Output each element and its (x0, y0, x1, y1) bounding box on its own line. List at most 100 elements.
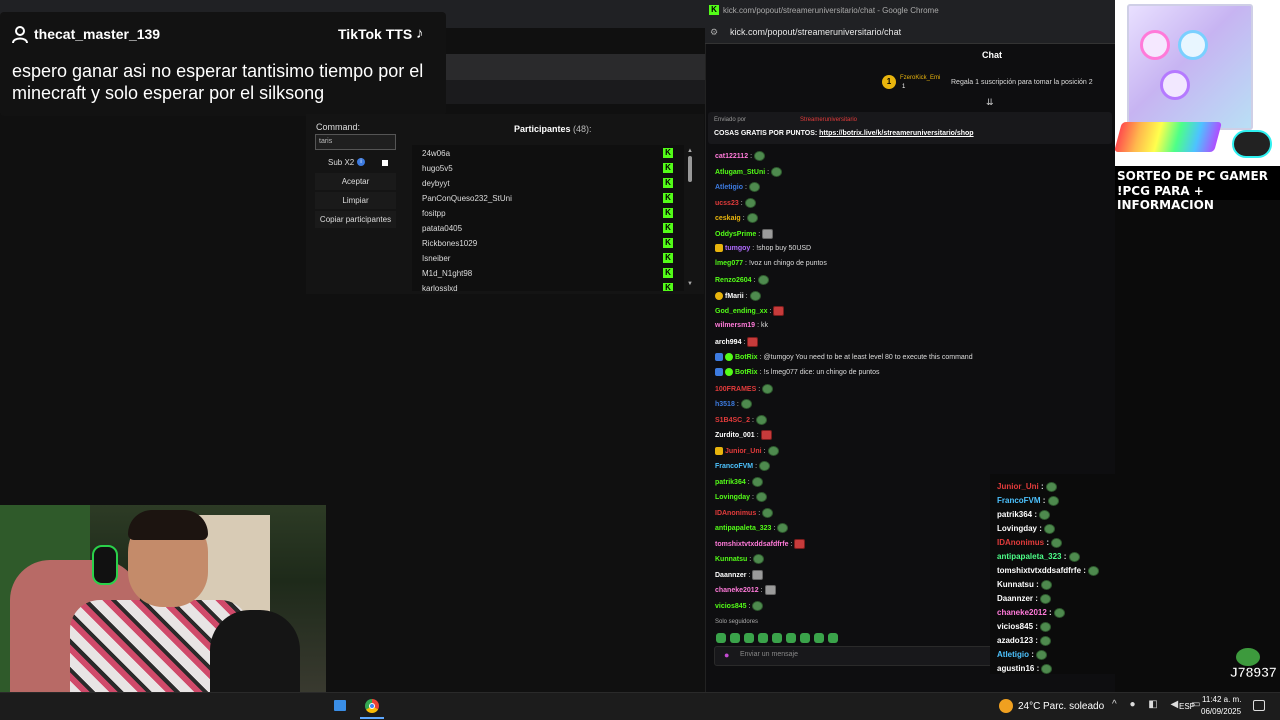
participant-row[interactable]: deybyyt (422, 179, 450, 188)
chrome-icon-center[interactable] (369, 703, 375, 709)
chat-username[interactable]: Renzo2604 (715, 277, 752, 284)
clear-button[interactable]: Limpiar (315, 192, 396, 209)
participant-row[interactable]: PanConQueso232_StUni (422, 194, 512, 203)
emote-icon (759, 461, 771, 471)
chat-username[interactable]: chaneke2012 (715, 587, 759, 594)
chat-username[interactable]: S1B4SC_2 (715, 417, 750, 424)
language-indicator[interactable]: ESP (1179, 702, 1195, 711)
emote-icon[interactable] (814, 633, 824, 643)
chat-separator: : (769, 307, 772, 315)
weather-text[interactable]: Parc. soleado (1043, 701, 1104, 712)
kick-logo-icon: K (663, 223, 673, 233)
url-text[interactable]: kick.com/popout/streameruniversitario/ch… (730, 27, 901, 37)
emote-icon[interactable] (758, 633, 768, 643)
subscriber-badge-icon (715, 447, 723, 455)
chat-username[interactable]: ceskaig (715, 215, 741, 222)
participants-list[interactable]: 24w06a Khugo5v5 Kdeybyyt K PanConQueso232_St… (412, 145, 684, 291)
chat-username[interactable]: Zurdito_001 (715, 432, 755, 439)
participant-row[interactable]: fositpp (422, 209, 446, 218)
emote-icon[interactable] (800, 633, 810, 643)
scrollbar-thumb[interactable] (688, 156, 692, 182)
chat-separator: : (745, 183, 747, 191)
participant-row[interactable]: Isneiber (422, 254, 450, 263)
chat-username[interactable]: BotRix (735, 354, 758, 361)
pinned-user[interactable]: Streameruniversitario (800, 117, 857, 123)
participant-row[interactable]: M1d_N1ght98 (422, 269, 472, 278)
chat-username[interactable]: patrik364 (715, 479, 746, 486)
chat-username[interactable]: wilmersm19 (715, 322, 755, 329)
chat-separator: : (790, 540, 793, 548)
chat-username[interactable]: Lovingday (715, 494, 750, 501)
chat-username[interactable]: FrancoFVM (715, 463, 753, 470)
overlay-chat-separator: : (1033, 580, 1041, 590)
chat-username[interactable]: lmeg077 (715, 260, 743, 267)
weather-sun-icon[interactable] (999, 699, 1013, 713)
accept-button[interactable]: Aceptar (315, 173, 396, 190)
chat-separator: : (742, 214, 745, 222)
app-window-icon[interactable] (334, 700, 346, 711)
chat-username[interactable]: IDAnonimus (715, 510, 756, 517)
emote-icon[interactable] (744, 633, 754, 643)
overlay-chat-username: Kunnatsu (997, 580, 1034, 590)
notification-icon[interactable] (1253, 700, 1265, 711)
participants-count: (48): (573, 124, 592, 134)
chat-username[interactable]: Junior_Uni (725, 448, 762, 455)
copy-participants-button[interactable]: Copiar participantes (315, 211, 396, 228)
emote-icon[interactable] (730, 633, 740, 643)
emote-icon (752, 570, 764, 580)
scroll-up-icon[interactable]: ▲ (687, 148, 693, 154)
emote-icon (755, 492, 767, 502)
chat-username[interactable]: Kunnatsu (715, 556, 747, 563)
temperature[interactable]: 24°C (1018, 701, 1040, 712)
participant-row[interactable]: 24w06a (422, 149, 450, 158)
chat-username[interactable]: cat122112 (715, 153, 748, 160)
scroll-down-icon[interactable]: ▼ (687, 281, 693, 287)
chat-username[interactable]: ucss23 (715, 200, 739, 207)
clock-time[interactable]: 11:42 a. m. (1202, 695, 1241, 704)
chat-username[interactable]: 100FRAMES (715, 386, 756, 393)
emote-bar[interactable] (716, 630, 856, 643)
info-icon[interactable]: i (357, 158, 365, 166)
chat-username[interactable]: h3518 (715, 401, 735, 408)
emote-icon[interactable] (828, 633, 838, 643)
chat-username[interactable]: fMarii (725, 293, 744, 300)
chat-username[interactable]: OddysPrime (715, 231, 756, 238)
chat-username[interactable]: BotRix (735, 369, 758, 376)
participant-row[interactable]: hugo5v5 (422, 164, 453, 173)
participant-row[interactable]: karlosslxd (422, 284, 458, 291)
overlay-badge: J78937 (1230, 664, 1277, 681)
site-settings-icon[interactable]: ⚙ (710, 27, 718, 38)
participants-scrollbar[interactable] (685, 148, 695, 290)
bot-badge-icon (715, 353, 723, 361)
chat-username[interactable]: Atletigio (715, 184, 743, 191)
chat-username[interactable]: tomshixtvtxddsafdfrfe (715, 541, 789, 548)
chat-separator: : (753, 276, 756, 284)
gift-username[interactable]: FzeroKick_Emi (900, 75, 940, 81)
participant-row[interactable]: Rickbones1029 (422, 239, 477, 248)
emote-icon (771, 167, 783, 177)
chat-username[interactable]: arch994 (715, 339, 741, 346)
chat-username[interactable]: Daannzer (715, 572, 747, 579)
sub-x2-checkbox[interactable] (382, 160, 388, 166)
chat-message: Kunnatsu: (715, 554, 765, 564)
command-input[interactable]: taris (315, 134, 396, 150)
emote-icon (1040, 622, 1052, 632)
gift-icon: 1 (882, 75, 896, 89)
chat-message: Zurdito_001: (715, 430, 772, 440)
chat-username[interactable]: antipapaleta_323 (715, 525, 771, 532)
chat-input-placeholder[interactable]: Enviar un mensaje (740, 651, 798, 658)
microphone-icon[interactable]: ● (724, 650, 729, 660)
chat-username[interactable]: Atlugam_StUni (715, 169, 765, 176)
chevron-down-icon[interactable]: ⇊ (986, 97, 994, 108)
chat-username[interactable]: vicios845 (715, 603, 747, 610)
participant-row[interactable]: patata0405 (422, 224, 462, 233)
chat-message: Atletigio: (715, 182, 760, 192)
emote-icon[interactable] (772, 633, 782, 643)
emote-icon (747, 337, 759, 347)
emote-icon[interactable] (716, 633, 726, 643)
emote-icon[interactable] (786, 633, 796, 643)
chat-username[interactable]: tumgoy (725, 245, 750, 252)
pinned-link[interactable]: https://botrix.live/k/streameruniversita… (819, 130, 973, 137)
clock-date[interactable]: 06/09/2025 (1201, 707, 1241, 716)
chat-username[interactable]: God_ending_xx (715, 308, 768, 315)
